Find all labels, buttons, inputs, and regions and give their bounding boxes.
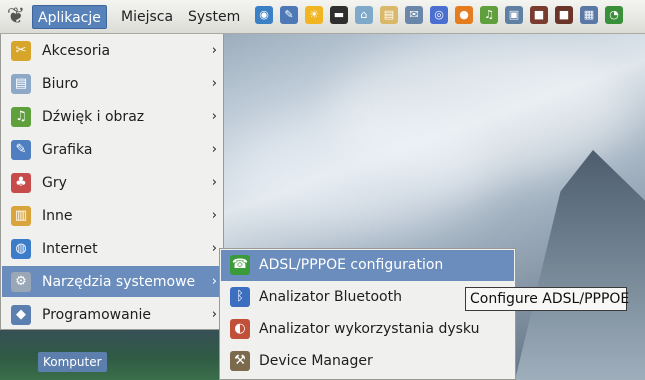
submenu-arrow-icon: › xyxy=(211,175,217,190)
places-menu[interactable]: Miejsca xyxy=(116,5,178,29)
internet-icon: ◍ xyxy=(11,239,31,259)
gnome-foot-icon[interactable]: ❦ xyxy=(3,3,29,31)
submenu-arrow-icon: › xyxy=(211,109,217,124)
menu-item[interactable]: ♣ Gry › xyxy=(2,167,223,198)
menu-item-label: Akcesoria xyxy=(42,43,111,59)
menu-item-label: Biuro xyxy=(42,76,79,92)
disk-usage-icon: ◐ xyxy=(230,319,250,339)
forest xyxy=(0,322,225,380)
submenu-arrow-icon: › xyxy=(211,208,217,223)
mail-icon[interactable]: ✉ xyxy=(405,6,423,24)
firefox-icon[interactable]: ● xyxy=(455,6,473,24)
notes-icon[interactable]: ▤ xyxy=(380,6,398,24)
bluetooth-icon: ᛒ xyxy=(230,287,250,307)
mountain xyxy=(515,150,645,380)
other-icon: ▥ xyxy=(11,206,31,226)
system-menu[interactable]: System xyxy=(183,5,245,29)
submenu-arrow-icon: › xyxy=(211,43,217,58)
submenu-item-label: ADSL/PPPOE configuration xyxy=(259,257,444,273)
menu-item[interactable]: ♫ Dźwięk i obraz › xyxy=(2,101,223,132)
network-icon[interactable]: ⌂ xyxy=(355,6,373,24)
office-icon: ▤ xyxy=(11,74,31,94)
archive-icon[interactable]: ■ xyxy=(530,6,548,24)
top-panel: ❦ Aplikacje Miejsca System ◉ ✎ ☀ ▬ ⌂ ▤ ✉ ◎ ● ♫ ▣ ■ ■… xyxy=(0,0,645,34)
menu-item-label: Programowanie xyxy=(42,307,152,323)
music-player-icon[interactable]: ♫ xyxy=(480,6,498,24)
photo-icon[interactable]: ▣ xyxy=(505,6,523,24)
text-editor-icon[interactable]: ✎ xyxy=(280,6,298,24)
cloud xyxy=(230,110,490,230)
system-tools-submenu: ☎ ADSL/PPPOE configuration ᛒ Analizator Blu… xyxy=(219,248,516,380)
device-manager-icon: ⚒ xyxy=(230,351,250,371)
multimedia-icon: ♫ xyxy=(11,107,31,127)
menu-item-label: Grafika xyxy=(42,142,93,158)
menu-item-label: Inne xyxy=(42,208,73,224)
menu-item[interactable]: ⚙ Narzędzia systemowe › xyxy=(2,266,223,297)
submenu-item[interactable]: ⚒ Device Manager xyxy=(221,346,514,377)
menu-item-label: Gry xyxy=(42,175,67,191)
package-icon[interactable]: ■ xyxy=(555,6,573,24)
submenu-item-label: Analizator wykorzystania dysku xyxy=(259,321,480,337)
menu-item[interactable]: ▤ Biuro › xyxy=(2,68,223,99)
submenu-arrow-icon: › xyxy=(211,76,217,91)
tooltip: Configure ADSL/PPPOE xyxy=(465,287,629,311)
menu-item-label: Dźwięk i obraz xyxy=(42,109,145,125)
terminal-icon[interactable]: ▬ xyxy=(330,6,348,24)
menu-item[interactable]: ▥ Inne › xyxy=(2,200,223,231)
submenu-item[interactable]: ◐ Analizator wykorzystania dysku xyxy=(221,314,514,345)
system-tools-icon: ⚙ xyxy=(11,272,31,292)
accessories-icon: ✂ xyxy=(11,41,31,61)
computer-desktop-icon-label[interactable]: Komputer xyxy=(38,352,107,372)
submenu-item[interactable]: ☎ ADSL/PPPOE configuration xyxy=(221,250,514,281)
adsl-config-icon: ☎ xyxy=(230,255,250,275)
submenu-arrow-icon: › xyxy=(211,142,217,157)
applications-menu[interactable]: Aplikacje xyxy=(32,5,107,29)
games-icon: ♣ xyxy=(11,173,31,193)
menu-item-label: Internet xyxy=(42,241,98,257)
menu-item-label: Narzędzia systemowe xyxy=(42,274,196,290)
menu-item[interactable]: ✂ Akcesoria › xyxy=(2,35,223,66)
menu-item[interactable]: ✎ Grafika › xyxy=(2,134,223,165)
sun-weather-icon[interactable]: ☀ xyxy=(305,6,323,24)
menu-item[interactable]: ◍ Internet › xyxy=(2,233,223,264)
wireless-icon[interactable]: ◎ xyxy=(430,6,448,24)
submenu-item-label: Device Manager xyxy=(259,353,373,369)
submenu-item-label: Analizator Bluetooth xyxy=(259,289,402,305)
submenu-arrow-icon: › xyxy=(211,307,217,322)
submenu-arrow-icon: › xyxy=(211,274,217,289)
calculator-icon[interactable]: ▦ xyxy=(580,6,598,24)
graphics-icon: ✎ xyxy=(11,140,31,160)
globe-browser-icon[interactable]: ◉ xyxy=(255,6,273,24)
submenu-arrow-icon: › xyxy=(211,241,217,256)
programming-icon: ◆ xyxy=(11,305,31,325)
menu-item[interactable]: ◆ Programowanie › xyxy=(2,299,223,330)
applications-dropdown: ✂ Akcesoria › ▤ Biuro › ♫ Dźwięk i obraz › ✎ Grafi… xyxy=(0,34,224,330)
update-icon[interactable]: ◔ xyxy=(605,6,623,24)
